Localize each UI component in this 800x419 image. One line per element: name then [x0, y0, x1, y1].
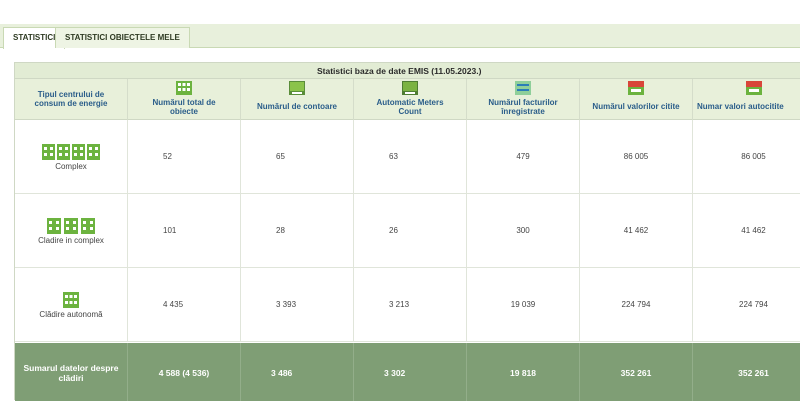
complex-buildings-icon — [15, 144, 127, 162]
cell-automatic-meters: 3 213 — [354, 268, 467, 342]
header-label: Tipul centrului de consum de energie — [34, 90, 108, 108]
row-type-cell: Clădire autonomă — [15, 268, 128, 342]
summary-value: 352 261 — [738, 368, 769, 378]
summary-readings: 352 261 — [580, 343, 693, 401]
summary-total-objects: 4 588 (4 536) — [128, 343, 241, 401]
header-invoices: Numărul facturilor înregistrate — [467, 79, 580, 120]
table-row-building-in-complex: Cladire in complex 101 28 26 300 41 462 … — [15, 194, 800, 268]
cell-value: 224 794 — [739, 300, 768, 309]
summary-value: 3 302 — [384, 368, 406, 378]
cell-auto-readings: 224 794 — [693, 268, 800, 342]
summary-label: Sumarul datelor despre clădiri — [23, 363, 119, 383]
header-consumption-type: Tipul centrului de consum de energie — [15, 79, 128, 120]
header-readings: Numărul valorilor citite — [580, 79, 693, 120]
table-row-standalone-building: Clădire autonomă 4 435 3 393 3 213 19 03… — [15, 268, 800, 342]
statistics-panel: Statistici baza de date EMIS (11.05.2023… — [14, 62, 800, 401]
cell-readings: 86 005 — [580, 120, 693, 194]
header-label: Automatic Meters Count — [376, 98, 444, 116]
cell-value: 3 393 — [276, 300, 297, 309]
cell-meters: 65 — [241, 120, 354, 194]
table-header-row: Tipul centrului de consum de energie Num… — [15, 79, 800, 120]
row-type-label: Complex — [55, 162, 87, 171]
cell-value: 19 039 — [510, 300, 536, 309]
cell-value: 26 — [389, 226, 398, 235]
cell-invoices: 19 039 — [467, 268, 580, 342]
cell-meters: 28 — [241, 194, 354, 268]
summary-auto-readings: 352 261 — [693, 343, 800, 401]
cell-auto-readings: 41 462 — [693, 194, 800, 268]
header-label: Numar valori autocitite — [697, 102, 784, 111]
header-meters: Numărul de contoare — [241, 79, 354, 120]
cell-meters: 3 393 — [241, 268, 354, 342]
summary-value: 19 818 — [510, 368, 536, 378]
cell-auto-readings: 86 005 — [693, 120, 800, 194]
cell-value: 65 — [276, 152, 285, 161]
cell-value: 3 213 — [389, 300, 410, 309]
cell-value: 479 — [516, 152, 530, 161]
summary-invoices: 19 818 — [467, 343, 580, 401]
summary-row: Sumarul datelor despre clădiri 4 588 (4 … — [15, 343, 800, 401]
table-row-complex: Complex 52 65 63 479 86 005 86 005 — [15, 120, 800, 194]
summary-label-cell: Sumarul datelor despre clădiri — [15, 343, 128, 401]
summary-automatic-meters: 3 302 — [354, 343, 467, 401]
invoice-icon — [515, 81, 531, 95]
header-total-objects: Numărul total de obiecte — [128, 79, 241, 120]
cell-value: 41 462 — [741, 226, 766, 235]
summary-value: 4 588 (4 536) — [158, 368, 210, 378]
header-label: Numărul valorilor citite — [592, 102, 680, 111]
header-label: Numărul de contoare — [256, 102, 337, 111]
cell-automatic-meters: 63 — [354, 120, 467, 194]
row-type-cell: Complex — [15, 120, 128, 194]
header-auto-readings: Numar valori autocitite — [693, 79, 800, 120]
summary-value: 352 261 — [620, 368, 652, 378]
readings-icon — [628, 81, 644, 95]
cell-value: 41 462 — [623, 226, 649, 235]
table-title-bar: Statistici baza de date EMIS (11.05.2023… — [15, 63, 800, 79]
building-grid-icon — [176, 81, 192, 95]
cell-invoices: 479 — [467, 120, 580, 194]
row-type-label: Cladire in complex — [38, 236, 104, 245]
row-type-cell: Cladire in complex — [15, 194, 128, 268]
summary-value: 3 486 — [271, 368, 293, 378]
cell-value: 101 — [163, 226, 177, 235]
cell-value: 28 — [276, 226, 285, 235]
cell-value: 63 — [389, 152, 398, 161]
cell-automatic-meters: 26 — [354, 194, 467, 268]
standalone-building-icon — [15, 292, 127, 310]
cell-value: 86 005 — [741, 152, 766, 161]
header-label: Numărul total de obiecte — [152, 98, 216, 116]
cell-total-objects: 4 435 — [128, 268, 241, 342]
meter-icon — [289, 81, 305, 95]
summary-meters: 3 486 — [241, 343, 354, 401]
cell-readings: 224 794 — [580, 268, 693, 342]
cell-total-objects: 52 — [128, 120, 241, 194]
header-label: Numărul facturilor înregistrate — [488, 98, 558, 116]
cell-value: 52 — [163, 152, 172, 161]
cell-total-objects: 101 — [128, 194, 241, 268]
auto-readings-icon — [745, 81, 762, 95]
cell-invoices: 300 — [467, 194, 580, 268]
table-title: Statistici baza de date EMIS (11.05.2023… — [317, 66, 482, 76]
cell-value: 86 005 — [623, 152, 649, 161]
cell-value: 300 — [516, 226, 530, 235]
cell-readings: 41 462 — [580, 194, 693, 268]
header-automatic-meters: Automatic Meters Count — [354, 79, 467, 120]
row-type-label: Clădire autonomă — [39, 310, 103, 319]
tab-statistici-obiectele-mele[interactable]: STATISTICI OBIECTELE MELE — [55, 27, 190, 48]
cell-value: 224 794 — [621, 300, 651, 309]
tab-bar: STATISTICI STATISTICI OBIECTELE MELE — [0, 24, 800, 49]
cell-value: 4 435 — [163, 300, 184, 309]
automatic-meter-icon — [402, 81, 418, 95]
building-in-complex-icon — [15, 218, 127, 236]
